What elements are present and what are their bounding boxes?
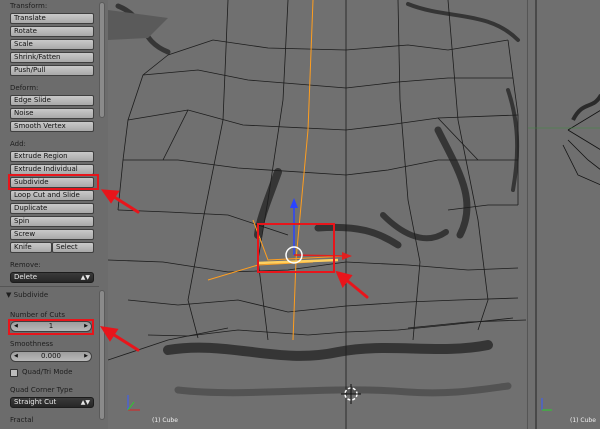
translate-button[interactable]: Translate [10, 13, 94, 24]
dropdown-arrows-icon: ▲▼ [80, 274, 90, 281]
remove-dropdown-value: Delete [14, 273, 37, 281]
add-section-title: Add: [10, 140, 26, 148]
decrement-arrow-icon[interactable]: ◀ [14, 352, 18, 361]
smooth-vertex-button[interactable]: Smooth Vertex [10, 121, 94, 132]
extrude-region-button[interactable]: Extrude Region [10, 151, 94, 162]
remove-section-title: Remove: [10, 261, 41, 269]
tool-shelf: Transform: Translate Rotate Scale Shrink… [0, 0, 109, 429]
rotate-button[interactable]: Rotate [10, 26, 94, 37]
reference-image-stroke [571, 93, 600, 121]
panel-divider [0, 286, 99, 287]
quad-tri-mode-checkbox[interactable] [10, 369, 18, 377]
quad-corner-type-label: Quad Corner Type [10, 386, 73, 394]
side-viewport-object-label: (1) Cube [570, 417, 596, 424]
z-axis-arrow-icon [290, 198, 298, 208]
viewport-object-label: (1) Cube [152, 417, 178, 424]
quad-corner-type-dropdown[interactable]: Straight Cut ▲▼ [10, 397, 94, 408]
quad-tri-mode-label: Quad/Tri Mode [22, 368, 73, 376]
axis-orientation-icon [127, 395, 140, 411]
increment-arrow-icon[interactable]: ▶ [84, 352, 88, 361]
quad-corner-type-value: Straight Cut [14, 398, 57, 406]
operator-panel-header[interactable]: ▼ Subdivide [6, 291, 48, 299]
smoothness-value: 0.000 [40, 352, 62, 360]
operator-scrollbar[interactable] [99, 290, 105, 420]
push-pull-button[interactable]: Push/Pull [10, 65, 94, 76]
mesh-wireframe [108, 0, 526, 429]
x-axis-arrow-icon [342, 252, 352, 260]
knife-button[interactable]: Knife [10, 242, 52, 253]
loop-cut-and-slide-button[interactable]: Loop Cut and Slide [10, 190, 94, 201]
duplicate-button[interactable]: Duplicate [10, 203, 94, 214]
smoothness-field[interactable]: ◀ 0.000 ▶ [10, 351, 92, 362]
knife-select-button[interactable]: Select [52, 242, 94, 253]
fractal-label: Fractal [10, 416, 34, 424]
number-of-cuts-label: Number of Cuts [10, 311, 66, 319]
mesh-dark-face [108, 10, 168, 40]
disclosure-triangle-icon: ▼ [6, 291, 12, 299]
operator-title: Subdivide [13, 291, 49, 299]
screw-button[interactable]: Screw [10, 229, 94, 240]
noise-button[interactable]: Noise [10, 108, 94, 119]
subdivide-highlight-box [8, 174, 99, 190]
edge-slide-button[interactable]: Edge Slide [10, 95, 94, 106]
number-of-cuts-highlight-box [8, 319, 94, 335]
scale-button[interactable]: Scale [10, 39, 94, 50]
side-mesh-wireframe [528, 0, 600, 429]
3d-viewport[interactable]: (1) Cube [108, 0, 526, 429]
smoothness-label: Smoothness [10, 340, 54, 348]
remove-dropdown[interactable]: Delete ▲▼ [10, 272, 94, 283]
dropdown-arrows-icon: ▲▼ [80, 399, 90, 406]
tools-scrollbar[interactable] [99, 2, 105, 118]
side-viewport[interactable]: (1) Cube [527, 0, 600, 429]
spin-button[interactable]: Spin [10, 216, 94, 227]
deform-section-title: Deform: [10, 84, 39, 92]
transform-section-title: Transform: [10, 2, 48, 10]
axis-orientation-icon [541, 398, 552, 411]
shrink-fatten-button[interactable]: Shrink/Fatten [10, 52, 94, 63]
